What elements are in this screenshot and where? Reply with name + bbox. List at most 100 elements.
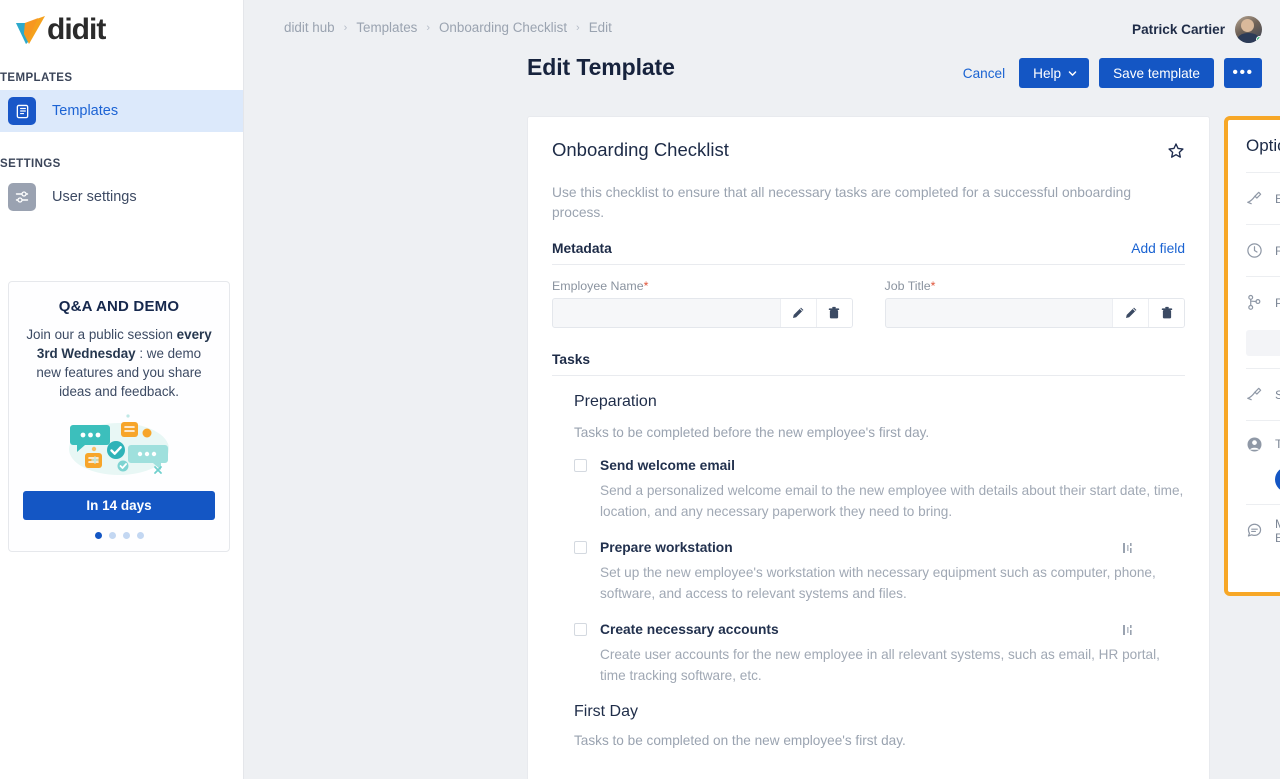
brand-logo[interactable]: didit	[0, 0, 243, 60]
promo-illustration-icon	[69, 414, 169, 475]
option-label-text: EDITABLE	[1275, 191, 1280, 206]
task-title: Prepare workstation	[600, 540, 733, 555]
field-input-group	[552, 298, 853, 328]
star-outline-icon[interactable]	[1167, 139, 1185, 160]
option-row-editable: EDITABLE ✕	[1246, 172, 1280, 224]
option-label-text: RECURRING SETTINGS	[1275, 243, 1280, 258]
sidebar-item-user-settings[interactable]: User settings	[0, 176, 243, 218]
breadcrumb-item-checklist[interactable]: Onboarding Checklist	[439, 20, 567, 35]
option-row-templatemanager: TEMPLATEMANAGER edit	[1246, 420, 1280, 492]
task-row: Create necessary accounts	[574, 622, 1185, 637]
required-marker: *	[643, 279, 649, 293]
share-nodes-icon	[1246, 294, 1264, 311]
carousel-dot[interactable]	[122, 532, 130, 539]
delete-trash-icon[interactable]	[1148, 299, 1184, 327]
options-title: Options	[1246, 136, 1280, 155]
promo-title: Q&A AND DEMO	[58, 298, 180, 315]
carousel-dot[interactable]	[108, 532, 116, 539]
delete-trash-icon[interactable]	[815, 299, 852, 327]
task-item: Create necessary accounts Create user ac…	[574, 622, 1185, 686]
sidebar-item-label: Templates	[52, 103, 119, 119]
copy-link-button[interactable]: Copy link	[1246, 330, 1280, 356]
option-label: EDITABLE	[1275, 192, 1280, 206]
carousel-dot[interactable]	[136, 532, 144, 539]
metadata-section-header: Metadata Add field	[552, 241, 1185, 265]
brand-name: didit	[47, 13, 106, 46]
task-title: Create necessary accounts	[600, 622, 779, 637]
task-checkbox[interactable]	[574, 623, 587, 636]
save-template-button[interactable]: Save template	[1099, 58, 1214, 88]
employee-name-input[interactable]	[553, 299, 780, 327]
option-label: TEMPLATEMANAGER	[1275, 437, 1280, 451]
clock-icon	[1246, 242, 1264, 259]
signature-required-icon[interactable]	[1121, 623, 1185, 637]
option-label: RECURRING SETTINGS	[1275, 244, 1280, 258]
add-field-button[interactable]: Add field	[1131, 241, 1185, 256]
page-header: Edit Template Cancel Help Save template …	[244, 54, 1280, 116]
signature-required-icon[interactable]	[1121, 541, 1185, 555]
carousel-dot[interactable]	[94, 532, 102, 539]
breadcrumb-item-edit[interactable]: Edit	[589, 20, 612, 35]
field-label-text: Employee Name	[552, 279, 644, 293]
person-circle-icon	[1246, 436, 1264, 453]
tasks-section-title: Tasks	[552, 352, 1185, 376]
help-button-label: Help	[1033, 65, 1062, 81]
metadata-fields: Employee Name* Job Title*	[552, 279, 1185, 328]
metadata-field: Employee Name*	[552, 279, 853, 328]
task-checkbox[interactable]	[574, 459, 587, 472]
option-label: SIGNATURE	[1275, 388, 1280, 402]
promo-cta-button[interactable]: In 14 days	[23, 491, 215, 520]
user-name: Patrick Cartier	[1132, 22, 1225, 37]
signature-pen-icon	[1246, 386, 1264, 403]
required-marker: *	[930, 279, 936, 293]
user-menu[interactable]: Patrick Cartier	[1132, 16, 1262, 43]
signature-pen-icon	[1246, 190, 1264, 207]
task-group: Preparation Tasks to be completed before…	[552, 393, 1185, 686]
job-title-input[interactable]	[885, 299, 1112, 327]
main-area: didit hub › Templates › Onboarding Check…	[244, 0, 1280, 779]
page-title: Edit Template	[527, 54, 675, 80]
metadata-title: Metadata	[552, 241, 612, 256]
task-item: Prepare workstation Set up the new emplo…	[574, 540, 1185, 604]
document-description: Use this checklist to ensure that all ne…	[552, 185, 1131, 220]
sidebar-item-label: User settings	[52, 189, 137, 205]
avatar[interactable]	[1235, 16, 1262, 43]
sidebar-heading-settings: SETTINGS	[0, 158, 61, 170]
template-editor-card: Onboarding Checklist Use this checklist …	[527, 116, 1210, 779]
help-button[interactable]: Help	[1019, 58, 1090, 88]
metadata-field: Job Title*	[884, 279, 1186, 328]
option-label: MANDATORY EXPLANATION	[1275, 517, 1280, 545]
templatemanager-email-chip[interactable]	[1275, 467, 1280, 492]
breadcrumb-item-hub[interactable]: didit hub	[284, 20, 335, 35]
edit-pencil-icon[interactable]	[779, 299, 816, 327]
task-description: Set up the new employee's workstation wi…	[600, 565, 1156, 601]
field-label: Employee Name*	[552, 279, 853, 293]
option-label-text: MANDATORY EXPLANATION	[1275, 517, 1280, 545]
task-group-description: Tasks to be completed before the new emp…	[574, 425, 930, 440]
option-label-text: PUBLIC ACCESS	[1275, 295, 1280, 310]
cancel-button[interactable]: Cancel	[963, 66, 1005, 81]
task-checkbox[interactable]	[574, 541, 587, 554]
option-label: PUBLIC ACCESS	[1275, 296, 1280, 310]
promo-text: Join our a public session every 3rd Wedn…	[23, 325, 215, 401]
page-actions: Cancel Help Save template •••	[963, 58, 1262, 88]
document-title: Onboarding Checklist	[552, 139, 729, 160]
document-icon	[8, 97, 36, 125]
edit-pencil-icon[interactable]	[1112, 299, 1148, 327]
sidebar: didit TEMPLATES Templates SETTINGS User …	[0, 0, 244, 779]
didit-check-logo-icon	[16, 16, 45, 44]
task-group-title: First Day	[574, 703, 638, 720]
sidebar-item-templates[interactable]: Templates	[0, 90, 243, 132]
task-description: Send a personalized welcome email to the…	[600, 483, 1184, 519]
option-row-public-access: PUBLIC ACCESS ✓	[1246, 276, 1280, 328]
option-label-text: SIGNATURE	[1275, 387, 1280, 402]
more-actions-button[interactable]: •••	[1224, 58, 1262, 88]
sidebar-heading-templates: TEMPLATES	[0, 72, 73, 84]
breadcrumb-separator: ›	[426, 21, 431, 34]
option-label-text: TEMPLATEMANAGER	[1275, 437, 1280, 451]
option-row-recurring-settings: RECURRING SETTINGS edit	[1246, 224, 1280, 276]
breadcrumb-item-templates[interactable]: Templates	[356, 20, 417, 35]
task-item: Send welcome email Send a personalized w…	[574, 458, 1185, 522]
field-label: Job Title*	[885, 279, 1186, 293]
sliders-icon	[8, 183, 36, 211]
